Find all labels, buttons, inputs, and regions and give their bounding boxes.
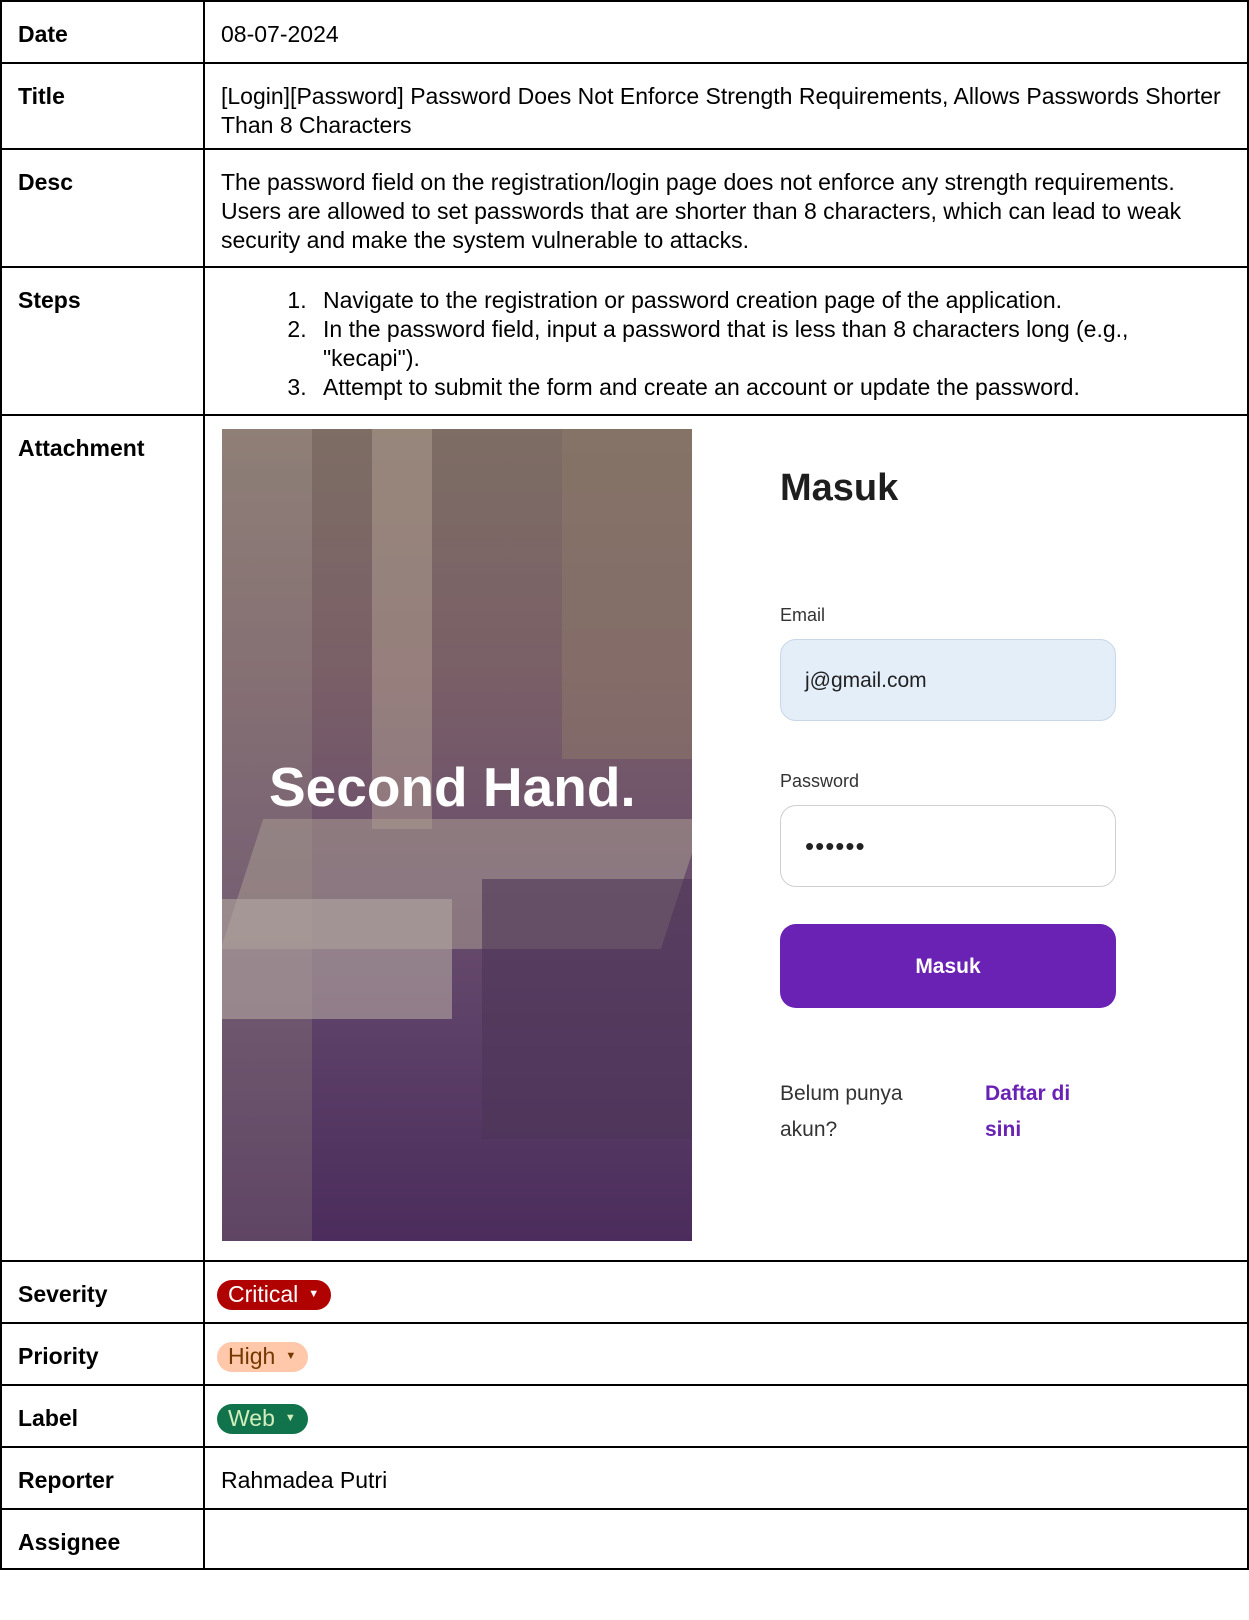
row-assignee: Assignee — [0, 1508, 1249, 1570]
row-desc: Desc The password field on the registrat… — [0, 148, 1249, 268]
chevron-down-icon: ▼ — [308, 1288, 320, 1300]
reporter-label: Reporter — [0, 1446, 205, 1510]
row-title: Title [Login][Password] Password Does No… — [0, 62, 1249, 150]
label-value: Web ▼ — [203, 1384, 1249, 1448]
label-label: Label — [0, 1384, 205, 1448]
priority-chip[interactable]: High ▼ — [217, 1341, 309, 1372]
label-chip-label: Web — [228, 1405, 275, 1431]
chevron-down-icon: ▼ — [284, 1412, 296, 1424]
attachment-value: Second Hand. Masuk Email j@gmail.com Pas… — [203, 414, 1249, 1262]
bug-report-table: Date 08-07-2024 Title [Login][Password] … — [0, 0, 1249, 1570]
reporter-value: Rahmadea Putri — [203, 1446, 1249, 1510]
row-label: Label Web ▼ — [0, 1384, 1249, 1448]
row-date: Date 08-07-2024 — [0, 0, 1249, 64]
title-label: Title — [0, 62, 205, 150]
label-chip[interactable]: Web ▼ — [217, 1403, 308, 1434]
severity-chip-label: Critical — [228, 1281, 299, 1307]
login-submit-button[interactable]: Masuk — [780, 924, 1116, 1008]
desc-value: The password field on the registration/l… — [203, 148, 1249, 268]
brand-logo-text: Second Hand. — [269, 756, 636, 818]
desc-label: Desc — [0, 148, 205, 268]
steps-label: Steps — [0, 266, 205, 416]
attachment-label: Attachment — [0, 414, 205, 1262]
row-steps: Steps Navigate to the registration or pa… — [0, 266, 1249, 416]
register-prompt: Belum punya akun? — [780, 1082, 903, 1141]
login-screenshot: Second Hand. Masuk Email j@gmail.com Pas… — [205, 416, 1247, 1242]
step-item: Navigate to the registration or password… — [313, 286, 1231, 315]
password-label: Password — [780, 771, 860, 791]
severity-chip[interactable]: Critical ▼ — [217, 1279, 332, 1310]
step-item: Attempt to submit the form and create an… — [313, 373, 1231, 402]
row-severity: Severity Critical ▼ — [0, 1260, 1249, 1324]
register-link[interactable]: Daftar di sini — [985, 1076, 1105, 1148]
assignee-value — [203, 1508, 1249, 1570]
priority-label: Priority — [0, 1322, 205, 1386]
row-priority: Priority High ▼ — [0, 1322, 1249, 1386]
email-field[interactable]: j@gmail.com — [780, 639, 1116, 721]
steps-list: Navigate to the registration or password… — [205, 286, 1231, 402]
date-value: 08-07-2024 — [203, 0, 1249, 64]
row-reporter: Reporter Rahmadea Putri — [0, 1446, 1249, 1510]
priority-value: High ▼ — [203, 1322, 1249, 1386]
row-attachment: Attachment Second Hand. Masuk Email j@gm… — [0, 414, 1249, 1262]
title-value: [Login][Password] Password Does Not Enfo… — [203, 62, 1249, 150]
login-heading: Masuk — [780, 467, 899, 509]
chevron-down-icon: ▼ — [285, 1350, 297, 1362]
date-label: Date — [0, 0, 205, 64]
severity-value: Critical ▼ — [203, 1260, 1249, 1324]
priority-chip-label: High — [228, 1343, 276, 1369]
hero-photo: Second Hand. — [222, 429, 692, 1241]
steps-value: Navigate to the registration or password… — [203, 266, 1249, 416]
email-label: Email — [780, 605, 826, 625]
assignee-label: Assignee — [0, 1508, 205, 1570]
step-item: In the password field, input a password … — [313, 315, 1231, 373]
password-field[interactable]: •••••• — [780, 805, 1116, 887]
severity-label: Severity — [0, 1260, 205, 1324]
